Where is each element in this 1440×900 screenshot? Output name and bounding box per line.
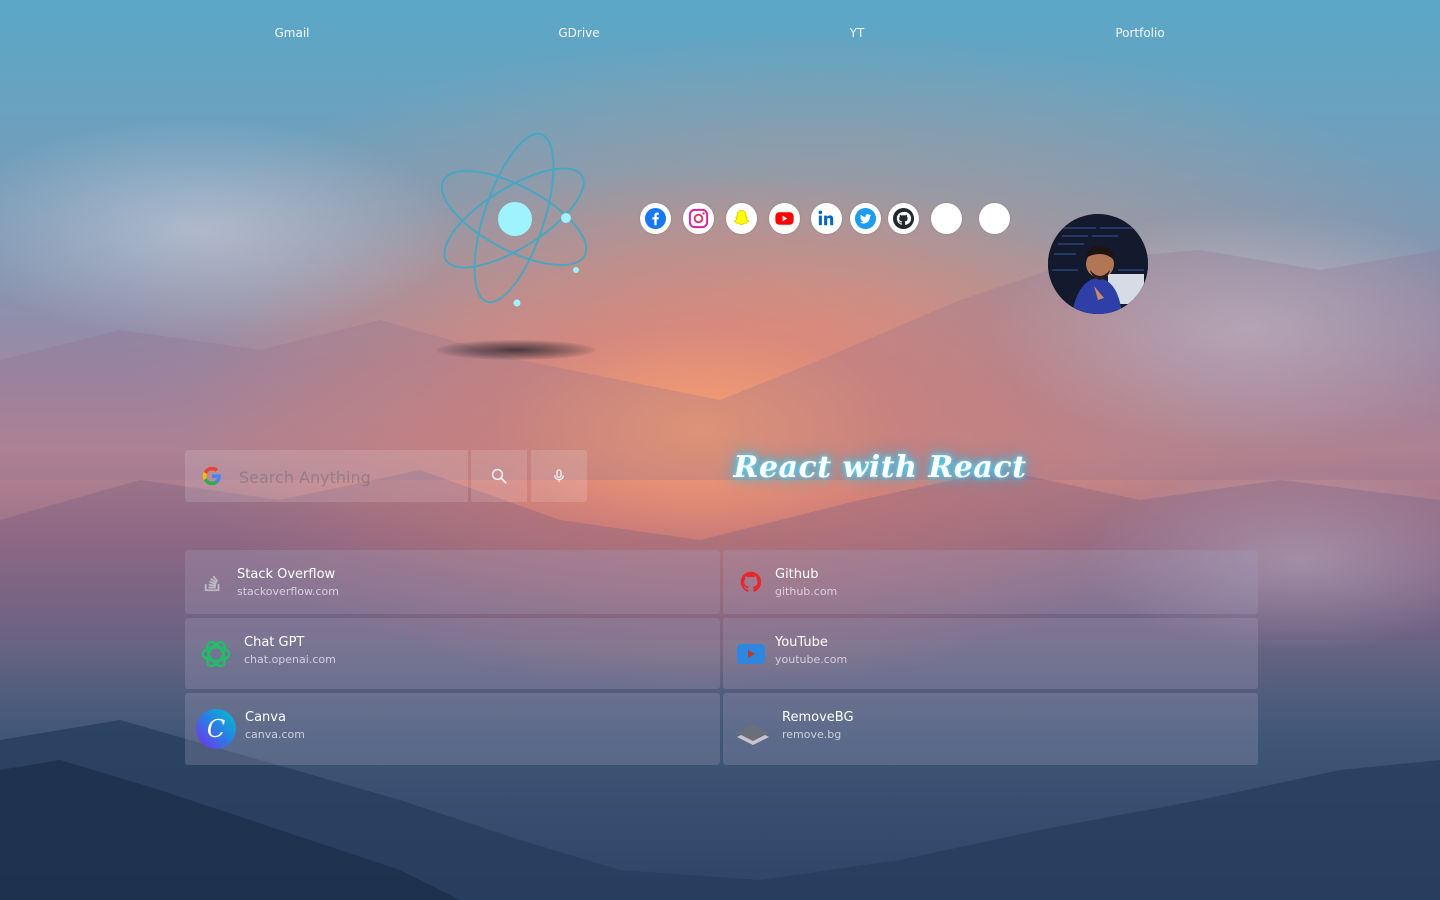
avatar-illustration bbox=[1048, 214, 1148, 314]
shortcut-name: Github bbox=[775, 567, 819, 582]
svg-text:C: C bbox=[207, 715, 225, 743]
shortcut-url: chat.openai.com bbox=[244, 653, 336, 666]
shortcut-tile-github[interactable]: Github github.com bbox=[723, 550, 1258, 614]
twitter-icon[interactable] bbox=[850, 203, 881, 234]
blank-social-icon-1[interactable] bbox=[931, 203, 962, 234]
shortcut-name: Chat GPT bbox=[244, 635, 305, 650]
link-gmail[interactable]: Gmail bbox=[274, 26, 309, 40]
link-yt[interactable]: YT bbox=[850, 26, 865, 40]
microphone-icon bbox=[554, 469, 564, 482]
openai-icon bbox=[201, 640, 231, 668]
shortcut-tiles: Stack Overflow stackoverflow.com Github … bbox=[185, 550, 1258, 766]
removebg-icon bbox=[737, 725, 769, 745]
youtube-icon bbox=[737, 644, 765, 664]
shortcut-name: RemoveBG bbox=[782, 710, 854, 725]
shortcut-url: canva.com bbox=[245, 728, 306, 741]
search-button[interactable] bbox=[471, 450, 527, 502]
blank-social-icon-2[interactable] bbox=[979, 203, 1010, 234]
shortcut-url: github.com bbox=[775, 585, 838, 598]
shortcut-url: stackoverflow.com bbox=[237, 585, 339, 598]
shortcut-tile-stackoverflow[interactable]: Stack Overflow stackoverflow.com bbox=[185, 550, 720, 614]
tagline: React with React bbox=[733, 450, 1027, 485]
shortcut-tile-youtube[interactable]: YouTube youtube.com bbox=[723, 618, 1258, 689]
top-links-bar: Gmail GDrive YT Portfolio bbox=[0, 26, 1440, 46]
instagram-icon[interactable] bbox=[683, 203, 714, 234]
search-box bbox=[185, 450, 468, 502]
canva-icon: C bbox=[196, 709, 236, 749]
shortcut-tile-chatgpt[interactable]: Chat GPT chat.openai.com bbox=[185, 618, 720, 689]
avatar[interactable] bbox=[1048, 214, 1148, 314]
shortcut-url: remove.bg bbox=[782, 728, 842, 741]
linkedin-icon[interactable] bbox=[811, 203, 842, 234]
snapchat-icon[interactable] bbox=[726, 203, 757, 234]
stackoverflow-icon bbox=[204, 575, 220, 592]
google-icon bbox=[202, 466, 221, 486]
github-icon bbox=[740, 571, 762, 592]
github-icon[interactable] bbox=[888, 203, 919, 234]
shortcut-tile-removebg[interactable]: RemoveBG remove.bg bbox=[723, 693, 1258, 765]
shortcut-name: YouTube bbox=[775, 635, 828, 650]
search-input[interactable] bbox=[237, 464, 461, 490]
atom-shadow bbox=[436, 340, 596, 360]
shortcut-name: Canva bbox=[245, 710, 286, 725]
facebook-icon[interactable] bbox=[640, 203, 671, 234]
link-portfolio[interactable]: Portfolio bbox=[1115, 26, 1164, 40]
shortcut-url: youtube.com bbox=[775, 653, 848, 666]
shortcut-tile-canva[interactable]: C Canva canva.com bbox=[185, 693, 720, 765]
search-icon bbox=[491, 468, 507, 484]
voice-search-button[interactable] bbox=[531, 450, 587, 502]
social-icons-row bbox=[0, 203, 1440, 235]
link-gdrive[interactable]: GDrive bbox=[558, 26, 599, 40]
shortcut-name: Stack Overflow bbox=[237, 567, 336, 582]
youtube-icon[interactable] bbox=[769, 203, 800, 234]
